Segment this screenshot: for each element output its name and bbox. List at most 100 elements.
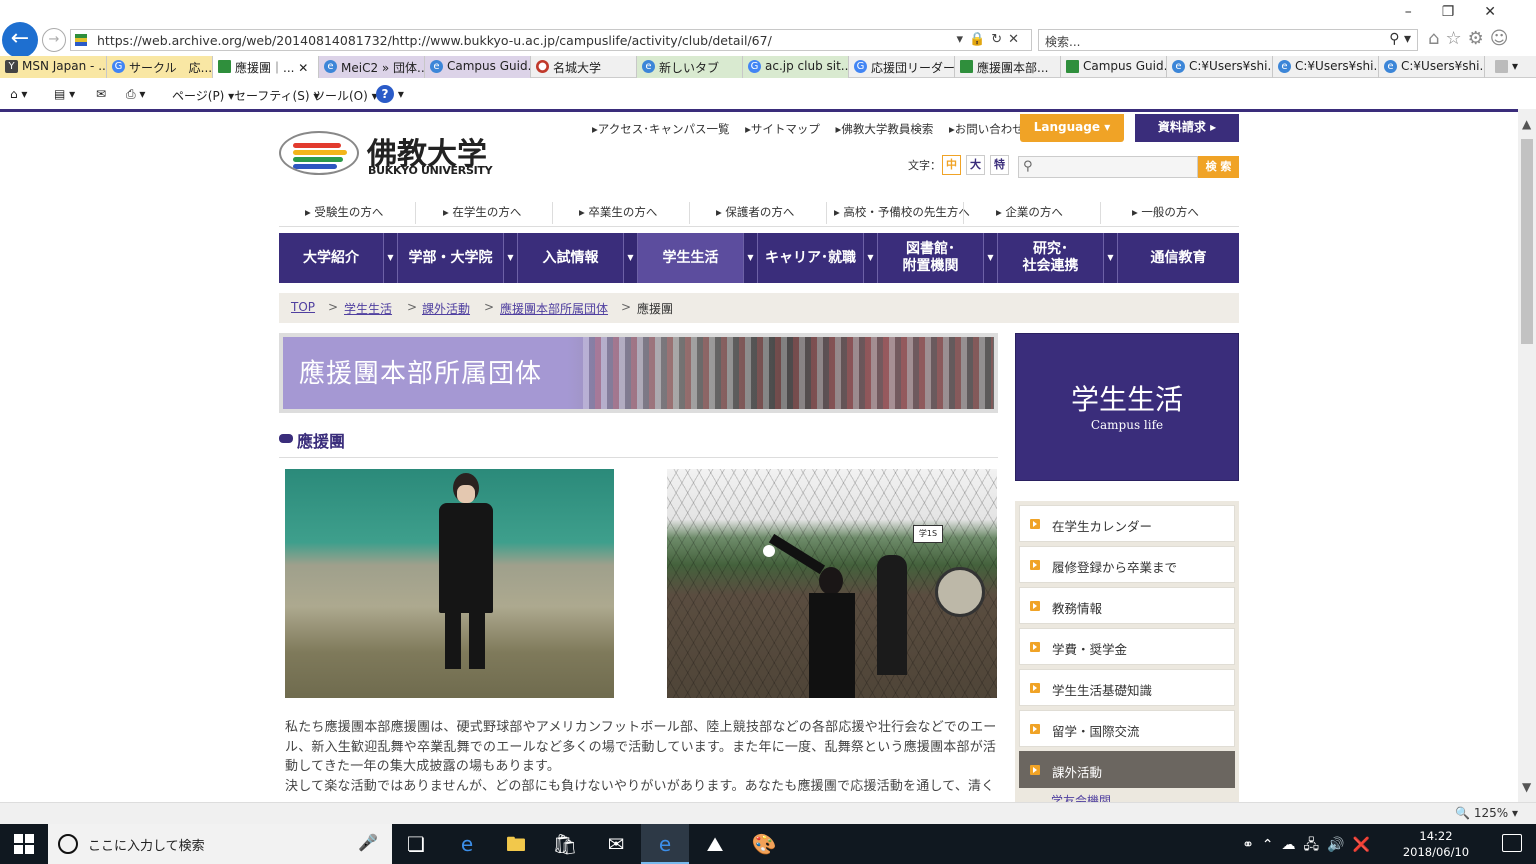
font-size-medium-button[interactable]: 中: [942, 155, 961, 175]
audience-nav-alumni[interactable]: ▸ 卒業生の方へ: [579, 204, 657, 220]
windows-start-icon[interactable]: [14, 834, 34, 854]
address-tools[interactable]: ▾🔒↻✕: [957, 32, 1026, 47]
site-search-input[interactable]: ⚲: [1018, 156, 1198, 178]
photos-icon[interactable]: ⛰: [691, 824, 739, 864]
tab-13[interactable]: e C:¥Users¥shi...: [1379, 56, 1485, 78]
paint-icon[interactable]: 🎨: [740, 824, 788, 864]
microphone-icon[interactable]: 🎤: [358, 833, 378, 852]
mail-icon[interactable]: ✉: [592, 824, 640, 864]
favorites-star-icon[interactable]: ☆: [1445, 28, 1467, 49]
scroll-thumb[interactable]: [1521, 139, 1533, 344]
breadcrumb-cheer-org[interactable]: 應援團本部所属団体: [500, 300, 608, 317]
faculty-search-link[interactable]: ▸佛教大学教員検索: [836, 122, 934, 136]
breadcrumb-top[interactable]: TOP: [291, 300, 315, 314]
gear-icon[interactable]: ⚙: [1468, 28, 1490, 49]
browser-right-icons[interactable]: ⌂☆⚙☺: [1428, 28, 1514, 49]
tab-11[interactable]: e C:¥Users¥shi...: [1167, 56, 1273, 78]
tab-12[interactable]: e C:¥Users¥shi...: [1273, 56, 1379, 78]
main-nav-admissions[interactable]: 入試情報: [518, 233, 623, 283]
home-icon[interactable]: ⌂ ▾: [10, 87, 27, 101]
main-nav-research[interactable]: 研究･ 社会連携: [998, 233, 1103, 283]
scroll-down-icon[interactable]: ▼: [1522, 780, 1531, 794]
font-size-xlarge-button[interactable]: 特: [990, 155, 1009, 175]
chevron-down-icon[interactable]: ▼: [623, 233, 638, 283]
access-link[interactable]: ▸アクセス･キャンパス一覧: [592, 122, 729, 136]
main-nav-about[interactable]: 大学紹介: [279, 233, 383, 283]
search-icon[interactable]: ⚲ ▾: [1389, 31, 1411, 47]
audience-nav-students[interactable]: ▸ 在学生の方へ: [443, 204, 521, 220]
main-nav-faculties[interactable]: 学部・大学院: [398, 233, 503, 283]
chevron-down-icon[interactable]: ▼: [983, 233, 998, 283]
audience-nav-applicants[interactable]: ▸ 受験生の方へ: [305, 204, 383, 220]
sitemap-link[interactable]: ▸サイトマップ: [745, 122, 820, 136]
sidebar-subitem-student-council[interactable]: 学友会機関: [1019, 792, 1235, 802]
forward-button[interactable]: →: [42, 28, 66, 52]
scroll-up-icon[interactable]: ▲: [1522, 117, 1531, 131]
chevron-down-icon[interactable]: ▼: [863, 233, 878, 283]
sidebar-item-activities[interactable]: 課外活動: [1019, 751, 1235, 788]
tab-9[interactable]: 應援團本部...: [955, 56, 1061, 78]
audience-nav-teachers[interactable]: ▸ 高校・予備校の先生方へ: [834, 204, 970, 220]
address-bar[interactable]: https://web.archive.org/web/201408140817…: [70, 29, 1032, 51]
tab-7[interactable]: Gac.jp club sit...: [743, 56, 849, 78]
task-view-icon[interactable]: ❏: [392, 824, 440, 864]
tab-3[interactable]: e MeiC2 » 団体...: [319, 56, 425, 78]
tab-4[interactable]: e Campus Guid...: [425, 56, 531, 78]
tab-5[interactable]: ● 名城大学: [531, 56, 637, 78]
page-scrollbar[interactable]: ▲ ▼: [1518, 109, 1536, 802]
browser-search-box[interactable]: 検索... ⚲ ▾: [1038, 29, 1418, 51]
internet-explorer-icon[interactable]: e: [641, 824, 689, 864]
request-materials-button[interactable]: 資料請求 ▸: [1135, 114, 1239, 142]
chevron-down-icon[interactable]: ▼: [1103, 233, 1118, 283]
home-icon[interactable]: ⌂: [1428, 28, 1445, 49]
main-nav-correspondence[interactable]: 通信教育: [1118, 233, 1239, 283]
audience-nav-companies[interactable]: ▸ 企業の方へ: [996, 204, 1063, 220]
help-icon[interactable]: ? ▾: [376, 85, 404, 103]
smiley-icon[interactable]: ☺: [1490, 28, 1515, 49]
edge-icon[interactable]: e: [443, 824, 491, 864]
sidebar-item-calendar[interactable]: 在学生カレンダー: [1019, 505, 1235, 542]
sidebar-item-registration[interactable]: 履修登録から卒業まで: [1019, 546, 1235, 583]
sidebar-item-tuition[interactable]: 学費・奨学金: [1019, 628, 1235, 665]
tray-icons[interactable]: ⚭⌃☁🖧🔊❌: [1242, 834, 1378, 858]
tab-6[interactable]: e 新しいタブ: [637, 56, 743, 78]
taskbar-search[interactable]: ここに入力して検索 🎤: [48, 824, 392, 864]
window-controls[interactable]: –❐✕: [1405, 4, 1526, 20]
chevron-down-icon[interactable]: ▼: [743, 233, 758, 283]
main-nav-library[interactable]: 図書館･ 附置機関: [878, 233, 983, 283]
mail-icon[interactable]: ✉: [96, 87, 106, 101]
feeds-icon[interactable]: ▤ ▾: [54, 87, 75, 101]
page-menu[interactable]: ページ(P) ▾: [172, 87, 234, 104]
sidebar-item-international[interactable]: 留学・国際交流: [1019, 710, 1235, 747]
file-explorer-icon[interactable]: 🖿: [492, 824, 540, 864]
zoom-level[interactable]: 🔍 125% ▾: [1455, 806, 1518, 820]
main-nav-career[interactable]: キャリア･就職: [758, 233, 863, 283]
font-size-large-button[interactable]: 大: [966, 155, 985, 175]
back-button[interactable]: ←: [2, 22, 38, 58]
tab-1[interactable]: G サークル 応...: [107, 56, 213, 78]
breadcrumb-activities[interactable]: 課外活動: [422, 300, 470, 317]
chevron-down-icon[interactable]: ▼: [503, 233, 518, 283]
new-tab-button[interactable]: ▾: [1490, 56, 1536, 78]
restore-icon[interactable]: ❐: [1442, 4, 1485, 20]
minimize-icon[interactable]: –: [1405, 4, 1442, 20]
address-url[interactable]: https://web.archive.org/web/201408140817…: [97, 33, 772, 48]
language-button[interactable]: Language ▾: [1020, 114, 1124, 142]
print-icon[interactable]: ⎙ ▾: [126, 87, 145, 102]
close-tab-icon[interactable]: ✕: [298, 61, 308, 75]
sidebar-item-basics[interactable]: 学生生活基礎知識: [1019, 669, 1235, 706]
notification-icon[interactable]: [1502, 834, 1522, 852]
clock[interactable]: 14:22 2018/06/10: [1386, 828, 1486, 860]
main-nav-campus-life[interactable]: 学生生活: [638, 233, 743, 283]
chevron-down-icon[interactable]: ▼: [383, 233, 398, 283]
audience-nav-general[interactable]: ▸ 一般の方へ: [1132, 204, 1199, 220]
tab-8[interactable]: G 応援団リーダー...: [849, 56, 955, 78]
audience-nav-parents[interactable]: ▸ 保護者の方へ: [716, 204, 794, 220]
close-icon[interactable]: ✕: [1484, 4, 1526, 20]
safety-menu[interactable]: セーフティ(S) ▾: [234, 87, 319, 104]
tab-0[interactable]: Y MSN Japan - ...: [0, 56, 107, 78]
breadcrumb-campus-life[interactable]: 学生生活: [344, 300, 392, 317]
contact-link[interactable]: ▸お問い合わせ: [949, 122, 1024, 136]
tab-2[interactable]: 應援團｜... ✕: [213, 56, 319, 78]
store-icon[interactable]: 🛍: [541, 824, 589, 864]
